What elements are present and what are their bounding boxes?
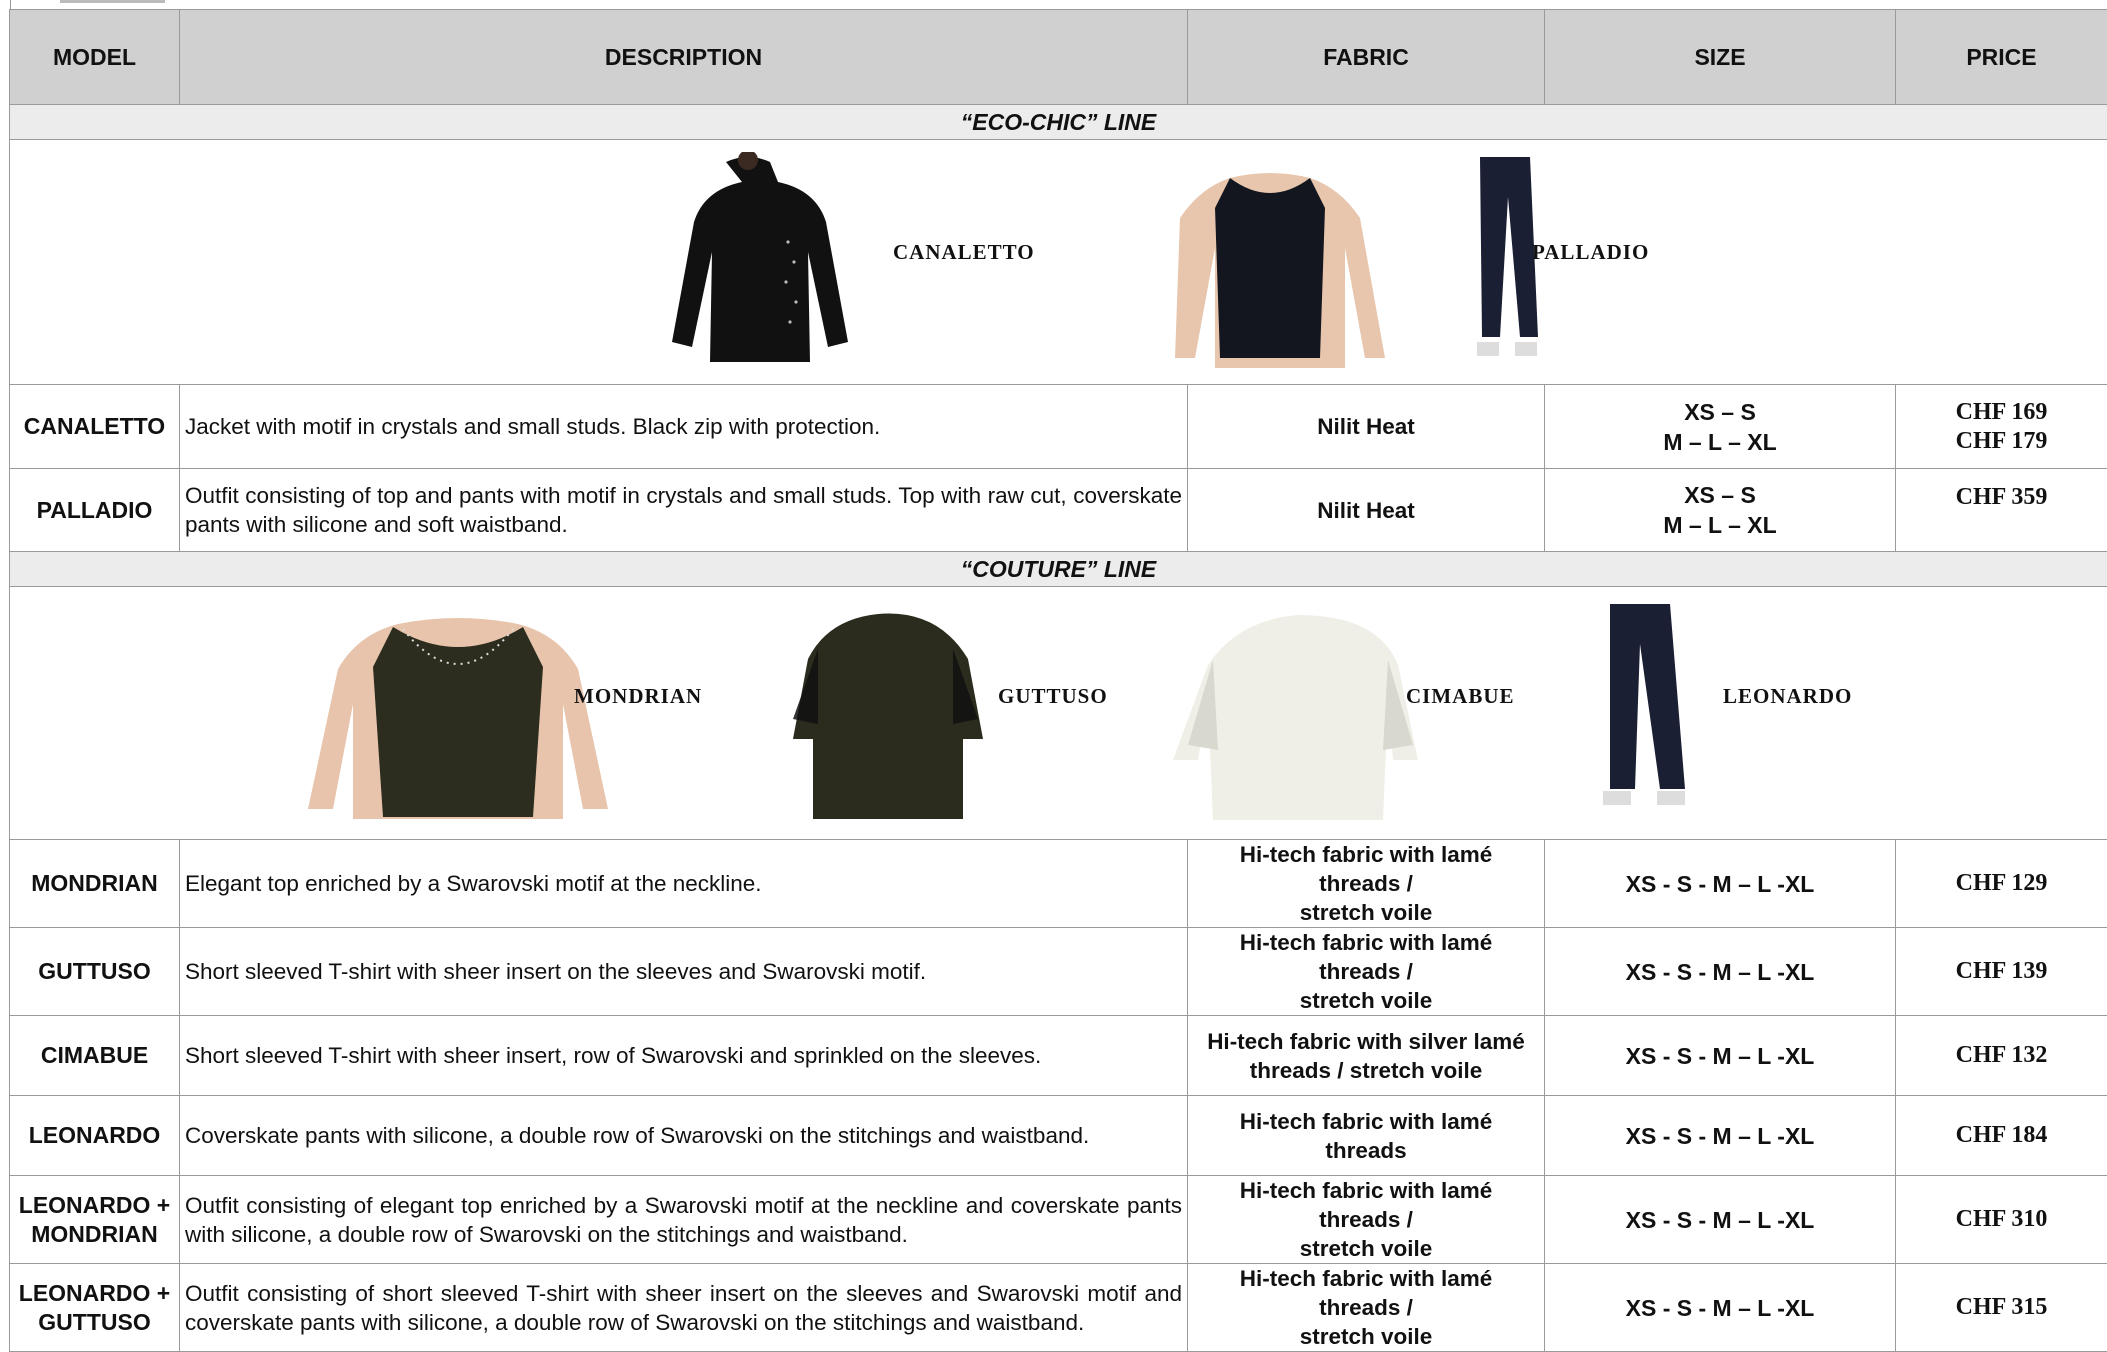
price-line: CHF 179 [1896,427,2107,456]
leonardo-pants-photo [1585,599,1700,819]
model-line: LEONARDO + [10,1191,179,1220]
size-cell: XS – SM – L – XL [1545,385,1896,469]
gallery-eco-chic: CANALETTO PALLADIO [10,140,2107,384]
table-row: MONDRIAN Elegant top enriched by a Swaro… [10,840,2107,928]
size-cell: XS - S - M – L -XL [1545,1016,1896,1096]
fabric-line: stretch voile [1196,986,1536,1015]
product-label-cimabue: CIMABUE [1406,684,1515,709]
gallery-row-eco-chic: CANALETTO PALLADIO [10,140,2107,385]
fabric-cell: Nilit Heat [1188,469,1545,552]
fabric-cell: Hi-tech fabric with lamé threads /stretc… [1188,928,1545,1016]
fabric-line: stretch voile [1196,898,1536,927]
description-cell: Short sleeved T-shirt with sheer insert … [180,928,1188,1016]
size-cell: XS - S - M – L -XL [1545,1096,1896,1176]
size-cell: XS - S - M – L -XL [1545,1176,1896,1264]
model-line: GUTTUSO [10,1308,179,1337]
description-cell: Short sleeved T-shirt with sheer insert,… [180,1016,1188,1096]
fabric-line: Hi-tech fabric with lamé threads / [1196,1264,1536,1322]
product-label-palladio: PALLADIO [1532,240,1649,265]
size-cell: XS - S - M – L -XL [1545,840,1896,928]
table-row: LEONARDO Coverskate pants with silicone,… [10,1096,2107,1176]
fabric-line: threads / stretch voile [1196,1056,1536,1085]
description-cell: Jacket with motif in crystals and small … [180,385,1188,469]
gallery-couture: MONDRIAN GUTTUSO CIMABUE LEONARDO [10,587,2107,839]
fabric-line: Hi-tech fabric with silver lamé [1196,1027,1536,1056]
palladio-top-photo [1140,158,1400,368]
price-list-table: MODEL DESCRIPTION FABRIC SIZE PRICE “ECO… [9,9,2107,1352]
table-row: CANALETTO Jacket with motif in crystals … [10,385,2107,469]
model-line: LEONARDO + [10,1279,179,1308]
price-cell: CHF 169CHF 179 [1896,385,2107,469]
model-cell: LEONARDO +MONDRIAN [10,1176,180,1264]
model-cell: GUTTUSO [10,928,180,1016]
price-line: CHF 169 [1896,398,2107,427]
fabric-cell: Hi-tech fabric with lamé threads /stretc… [1188,840,1545,928]
model-cell: MONDRIAN [10,840,180,928]
description-cell: Outfit consisting of short sleeved T-shi… [180,1264,1188,1352]
price-cell: CHF 139 [1896,928,2107,1016]
model-cell: CANALETTO [10,385,180,469]
table-row: PALLADIO Outfit consisting of top and pa… [10,469,2107,552]
price-cell: CHF 184 [1896,1096,2107,1176]
cimabue-tshirt-photo [1168,605,1433,820]
size-line: M – L – XL [1545,427,1895,457]
header-size: SIZE [1545,10,1896,105]
table-row: GUTTUSO Short sleeved T-shirt with sheer… [10,928,2107,1016]
gallery-row-couture: MONDRIAN GUTTUSO CIMABUE LEONARDO [10,587,2107,840]
fabric-line: stretch voile [1196,1234,1536,1263]
model-line: MONDRIAN [10,1220,179,1249]
size-line: M – L – XL [1545,510,1895,540]
header-model: MODEL [10,10,180,105]
fabric-line: stretch voile [1196,1322,1536,1351]
table-row: LEONARDO +MONDRIAN Outfit consisting of … [10,1176,2107,1264]
guttuso-tshirt-photo [778,599,993,819]
size-line: XS – S [1545,480,1895,510]
price-cell: CHF 359 [1896,469,2107,552]
product-label-leonardo: LEONARDO [1723,684,1852,709]
price-cell: CHF 315 [1896,1264,2107,1352]
price-cell: CHF 129 [1896,840,2107,928]
model-cell: LEONARDO +GUTTUSO [10,1264,180,1352]
model-cell: CIMABUE [10,1016,180,1096]
fabric-cell: Hi-tech fabric with lamé threads [1188,1096,1545,1176]
description-cell: Coverskate pants with silicone, a double… [180,1096,1188,1176]
description-cell: Elegant top enriched by a Swarovski moti… [180,840,1188,928]
model-cell: PALLADIO [10,469,180,552]
price-cell: CHF 132 [1896,1016,2107,1096]
model-cell: LEONARDO [10,1096,180,1176]
fabric-cell: Hi-tech fabric with lamé threads /stretc… [1188,1264,1545,1352]
fabric-line: Hi-tech fabric with lamé threads / [1196,840,1536,898]
header-row: MODEL DESCRIPTION FABRIC SIZE PRICE [10,10,2107,105]
logo-trace [60,0,165,3]
header-fabric: FABRIC [1188,10,1545,105]
product-label-mondrian: MONDRIAN [574,684,702,709]
section-title: “COUTURE” LINE [10,552,2107,587]
section-eco-chic: “ECO-CHIC” LINE [10,105,2107,140]
mondrian-top-photo [288,599,628,819]
description-cell: Outfit consisting of elegant top enriche… [180,1176,1188,1264]
size-line: XS – S [1545,397,1895,427]
size-cell: XS – SM – L – XL [1545,469,1896,552]
product-label-canaletto: CANALETTO [893,240,1035,265]
table-row: CIMABUE Short sleeved T-shirt with sheer… [10,1016,2107,1096]
description-cell: Outfit consisting of top and pants with … [180,469,1188,552]
section-title: “ECO-CHIC” LINE [10,105,2107,140]
fabric-line: Hi-tech fabric with lamé threads / [1196,928,1536,986]
fabric-cell: Nilit Heat [1188,385,1545,469]
size-cell: XS - S - M – L -XL [1545,928,1896,1016]
fabric-cell: Hi-tech fabric with lamé threads /stretc… [1188,1176,1545,1264]
fabric-line: Hi-tech fabric with lamé threads / [1196,1176,1536,1234]
table-row: LEONARDO +GUTTUSO Outfit consisting of s… [10,1264,2107,1352]
header-price: PRICE [1896,10,2107,105]
header-description: DESCRIPTION [180,10,1188,105]
price-cell: CHF 310 [1896,1176,2107,1264]
fabric-cell: Hi-tech fabric with silver laméthreads /… [1188,1016,1545,1096]
size-cell: XS - S - M – L -XL [1545,1264,1896,1352]
product-label-guttuso: GUTTUSO [998,684,1108,709]
section-couture: “COUTURE” LINE [10,552,2107,587]
